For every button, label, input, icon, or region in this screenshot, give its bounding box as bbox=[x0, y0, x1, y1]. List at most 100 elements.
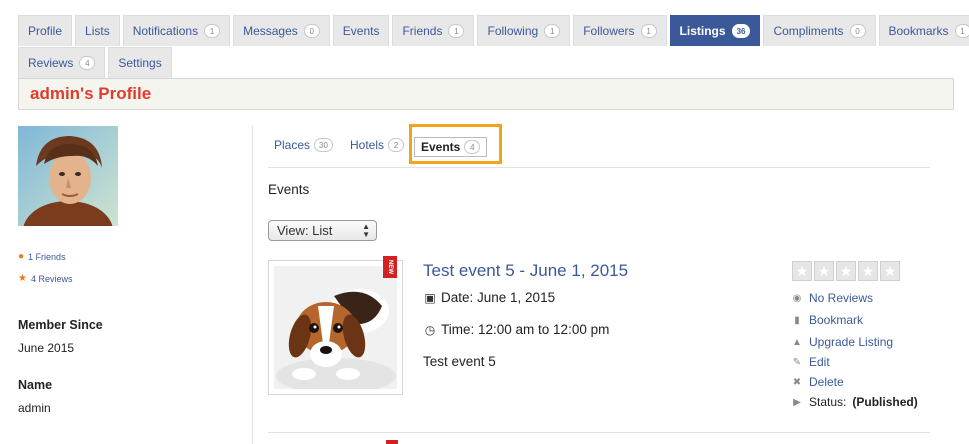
count-badge: 30 bbox=[314, 138, 333, 152]
listing-divider bbox=[268, 432, 930, 433]
subtab-hotels[interactable]: Hotels 2 bbox=[350, 138, 405, 152]
listing-time-text: Time: 12:00 am to 12:00 pm bbox=[441, 322, 610, 337]
tab-label: Profile bbox=[28, 24, 63, 38]
selection-highlight bbox=[409, 124, 502, 164]
profile-tabbar: Profile Lists Notifications 1 Messages 0 Event… bbox=[18, 15, 969, 79]
status-value: (Published) bbox=[852, 395, 918, 409]
tab-label: Following bbox=[487, 24, 539, 38]
puppy-illustration bbox=[274, 266, 397, 389]
bookmark-action[interactable]: ▮ Bookmark bbox=[791, 313, 863, 327]
member-since-value: June 2015 bbox=[18, 341, 75, 355]
name-label: Name bbox=[18, 378, 53, 392]
reviews-link[interactable]: ★ 4 Reviews bbox=[18, 273, 72, 284]
status-label: Status: bbox=[809, 395, 847, 409]
reviews-action-label: No Reviews bbox=[809, 291, 874, 305]
tab-compliments[interactable]: Compliments 0 bbox=[763, 15, 876, 46]
friends-link-label: 1 Friends bbox=[28, 251, 66, 262]
new-ribbon: NEW bbox=[383, 256, 397, 278]
tab-label: Settings bbox=[118, 56, 162, 70]
clock-icon: ◷ bbox=[424, 322, 436, 337]
listing-status: ▶ Status: (Published) bbox=[791, 395, 918, 409]
delete-action[interactable]: ✖ Delete bbox=[791, 375, 844, 389]
tab-notifications[interactable]: Notifications 1 bbox=[122, 15, 231, 46]
tab-lists[interactable]: Lists bbox=[75, 15, 120, 46]
tab-following[interactable]: Following 1 bbox=[477, 15, 571, 46]
view-select-value: View: List bbox=[277, 223, 333, 238]
friends-link[interactable]: ● 1 Friends bbox=[18, 251, 66, 262]
tab-row-2: Reviews 4 Settings bbox=[18, 47, 954, 79]
star-icon: ★ bbox=[18, 273, 27, 284]
edit-action[interactable]: ✎ Edit bbox=[791, 355, 830, 369]
count-badge: 4 bbox=[79, 56, 96, 70]
star-icon[interactable]: ★ bbox=[880, 261, 900, 281]
star-icon[interactable]: ★ bbox=[858, 261, 878, 281]
tab-row-1: Profile Lists Notifications 1 Messages 0 Event… bbox=[18, 15, 969, 47]
play-icon: ▶ bbox=[793, 396, 801, 408]
edit-action-label: Edit bbox=[809, 355, 830, 369]
tab-events[interactable]: Events bbox=[332, 15, 390, 46]
avatar-image bbox=[18, 126, 118, 226]
count-badge: 1 bbox=[204, 24, 221, 38]
tab-followers[interactable]: Followers 1 bbox=[573, 15, 667, 46]
tab-listings[interactable]: Listings 36 bbox=[669, 15, 761, 46]
calendar-icon: ▣ bbox=[424, 290, 436, 305]
tab-label: Messages bbox=[243, 24, 298, 38]
puppy-image bbox=[274, 266, 397, 389]
name-value: admin bbox=[18, 401, 51, 415]
column-divider bbox=[252, 126, 253, 444]
listing-thumbnail[interactable] bbox=[268, 260, 403, 395]
users-icon: ● bbox=[18, 251, 25, 262]
bookmark-icon: ▮ bbox=[794, 314, 800, 326]
edit-icon: ✎ bbox=[792, 356, 802, 368]
tab-profile[interactable]: Profile bbox=[18, 15, 73, 46]
tab-label: Compliments bbox=[773, 24, 844, 38]
tab-label: Bookmarks bbox=[888, 24, 949, 38]
upgrade-action-label: Upgrade Listing bbox=[809, 335, 894, 349]
comments-icon: ◉ bbox=[792, 292, 802, 304]
tab-friends[interactable]: Friends 1 bbox=[392, 15, 475, 46]
reviews-action[interactable]: ◉ No Reviews bbox=[791, 291, 873, 305]
tab-bookmarks[interactable]: Bookmarks 1 bbox=[878, 15, 969, 46]
count-badge: 1 bbox=[954, 24, 969, 38]
subtab-places[interactable]: Places 30 bbox=[274, 138, 333, 152]
tab-label: Reviews bbox=[28, 56, 74, 70]
listing-date-text: Date: June 1, 2015 bbox=[441, 290, 556, 305]
rating-stars[interactable]: ★ ★ ★ ★ ★ bbox=[792, 261, 900, 281]
profile-header: admin's Profile bbox=[18, 78, 954, 110]
listing-title-link[interactable]: Test event 5 - June 1, 2015 bbox=[423, 261, 628, 281]
close-icon: ✖ bbox=[792, 376, 802, 388]
reviews-link-label: 4 Reviews bbox=[30, 273, 73, 284]
view-select[interactable]: View: List ▲ ▼ bbox=[268, 220, 377, 241]
subtab-label: Hotels bbox=[350, 138, 385, 152]
count-badge: 1 bbox=[448, 24, 465, 38]
subtab-label: Places bbox=[274, 138, 311, 152]
section-title: Events bbox=[268, 182, 310, 197]
star-icon[interactable]: ★ bbox=[814, 261, 834, 281]
listing-time: ◷ Time: 12:00 am to 12:00 pm bbox=[423, 322, 610, 337]
count-badge: 1 bbox=[640, 24, 657, 38]
count-badge: 2 bbox=[388, 138, 405, 152]
member-since-label: Member Since bbox=[18, 318, 103, 332]
delete-action-label: Delete bbox=[809, 375, 844, 389]
tab-label: Lists bbox=[85, 24, 110, 38]
count-badge: 1 bbox=[544, 24, 561, 38]
tab-reviews[interactable]: Reviews 4 bbox=[18, 47, 106, 78]
tab-settings[interactable]: Settings bbox=[108, 47, 172, 78]
bookmark-action-label: Bookmark bbox=[809, 313, 864, 327]
tab-label: Friends bbox=[402, 24, 443, 38]
listing-date: ▣ Date: June 1, 2015 bbox=[423, 290, 555, 305]
listing-subtabs: Places 30 Hotels 2 Events 4 bbox=[268, 126, 930, 168]
star-icon[interactable]: ★ bbox=[836, 261, 856, 281]
count-badge: 0 bbox=[303, 24, 320, 38]
avatar[interactable] bbox=[18, 126, 118, 226]
tab-messages[interactable]: Messages 0 bbox=[233, 15, 330, 46]
upgrade-listing-action[interactable]: ▲ Upgrade Listing bbox=[791, 335, 893, 349]
count-badge: 0 bbox=[849, 24, 866, 38]
star-icon[interactable]: ★ bbox=[792, 261, 812, 281]
listing-description: Test event 5 bbox=[423, 354, 496, 369]
tab-label: Followers bbox=[583, 24, 635, 38]
tab-label: Events bbox=[342, 24, 380, 38]
count-badge: 36 bbox=[731, 24, 751, 38]
tab-label: Listings bbox=[679, 24, 726, 38]
tab-label: Notifications bbox=[132, 24, 199, 38]
